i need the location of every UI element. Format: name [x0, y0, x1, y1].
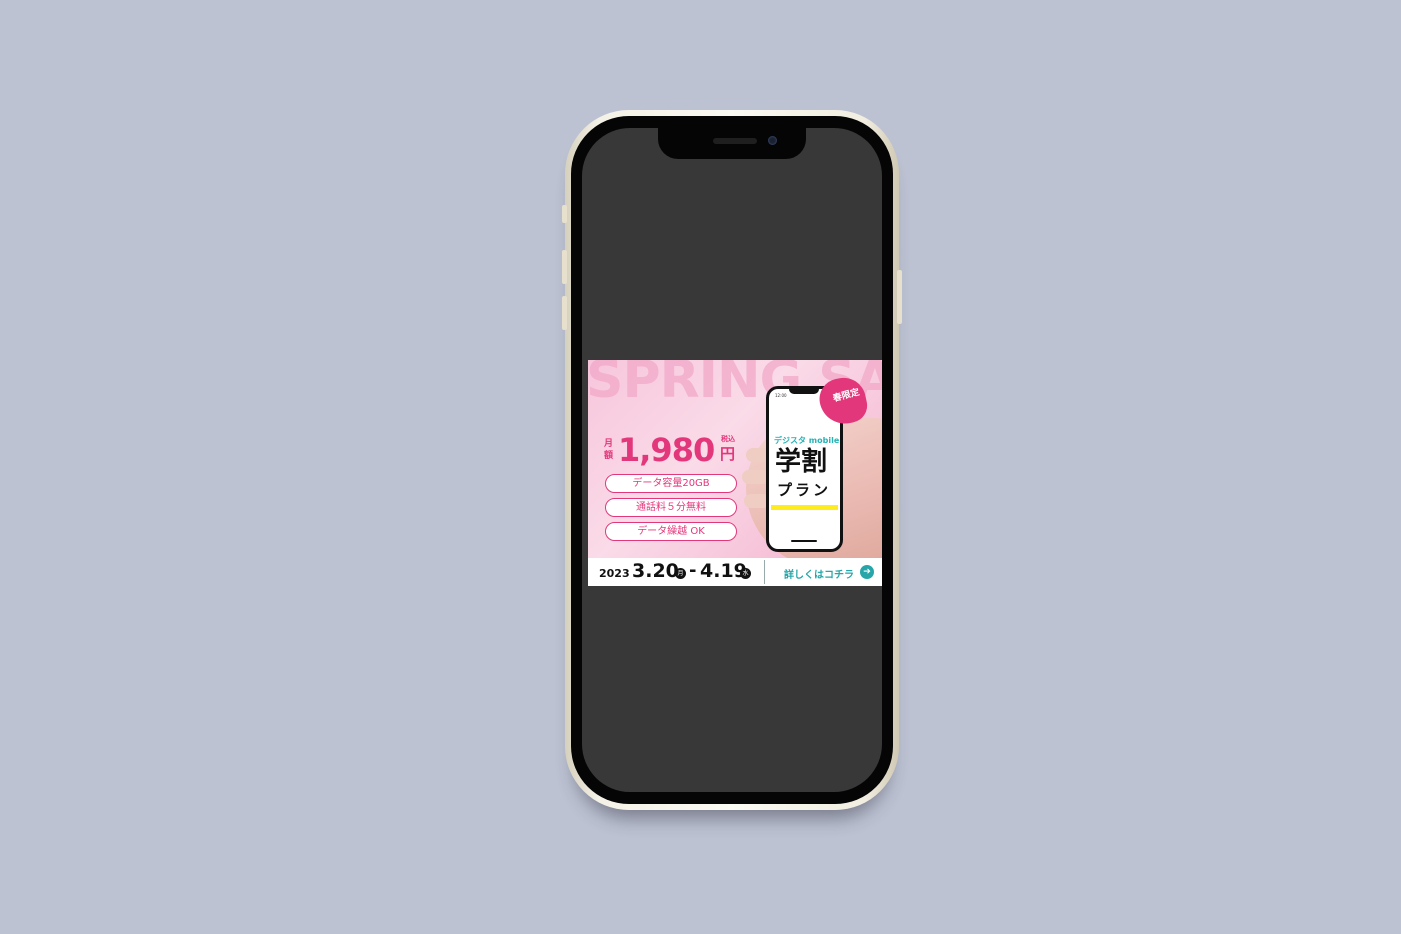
period-bar: 2023 3.20 月 - 4.19 水 詳しくはコチラ ➔ — [588, 558, 882, 586]
camera-icon — [768, 136, 777, 145]
price-amount: 1,980 — [618, 431, 715, 469]
price-block: 月額 1,980 税込 円 — [604, 430, 744, 470]
period-start: 3.20 — [632, 560, 679, 582]
price-prefix: 月額 — [604, 439, 614, 461]
period-end-day: 水 — [740, 568, 751, 579]
brand-logo: デジスタ mobile — [774, 436, 840, 445]
arrow-right-icon[interactable]: ➔ — [860, 565, 874, 579]
home-indicator — [791, 540, 817, 542]
plan-title: 学割 — [775, 447, 828, 477]
volume-up-button — [562, 250, 567, 284]
feature-pill-rollover: データ繰越 OK — [605, 522, 737, 541]
phone-screen: SPRING SALE 月額 1,980 税込 円 データ容量20GB 通話料５… — [582, 128, 882, 792]
phone-notch — [658, 128, 806, 159]
speaker-grille — [713, 138, 757, 144]
period-separator: - — [689, 560, 697, 581]
phone-bezel: SPRING SALE 月額 1,980 税込 円 データ容量20GB 通話料５… — [571, 116, 893, 804]
details-link[interactable]: 詳しくはコチラ — [784, 566, 854, 581]
promo-banner[interactable]: SPRING SALE 月額 1,980 税込 円 データ容量20GB 通話料５… — [588, 360, 882, 586]
mini-phone-time: 12:00 — [775, 393, 787, 398]
price-unit: 円 — [720, 445, 736, 463]
period-start-day: 月 — [675, 568, 686, 579]
mini-phone-notch — [789, 389, 819, 394]
divider — [764, 560, 765, 584]
volume-down-button — [562, 296, 567, 330]
plan-subtitle: プラン — [777, 481, 832, 499]
power-button — [897, 270, 902, 324]
feature-pill-call: 通話料５分無料 — [605, 498, 737, 517]
feature-pill-data: データ容量20GB — [605, 474, 737, 493]
period-year: 2023 — [599, 567, 630, 580]
silent-switch — [562, 205, 567, 223]
phone-mockup: SPRING SALE 月額 1,980 税込 円 データ容量20GB 通話料５… — [562, 110, 902, 810]
highlight-bar — [771, 505, 838, 510]
